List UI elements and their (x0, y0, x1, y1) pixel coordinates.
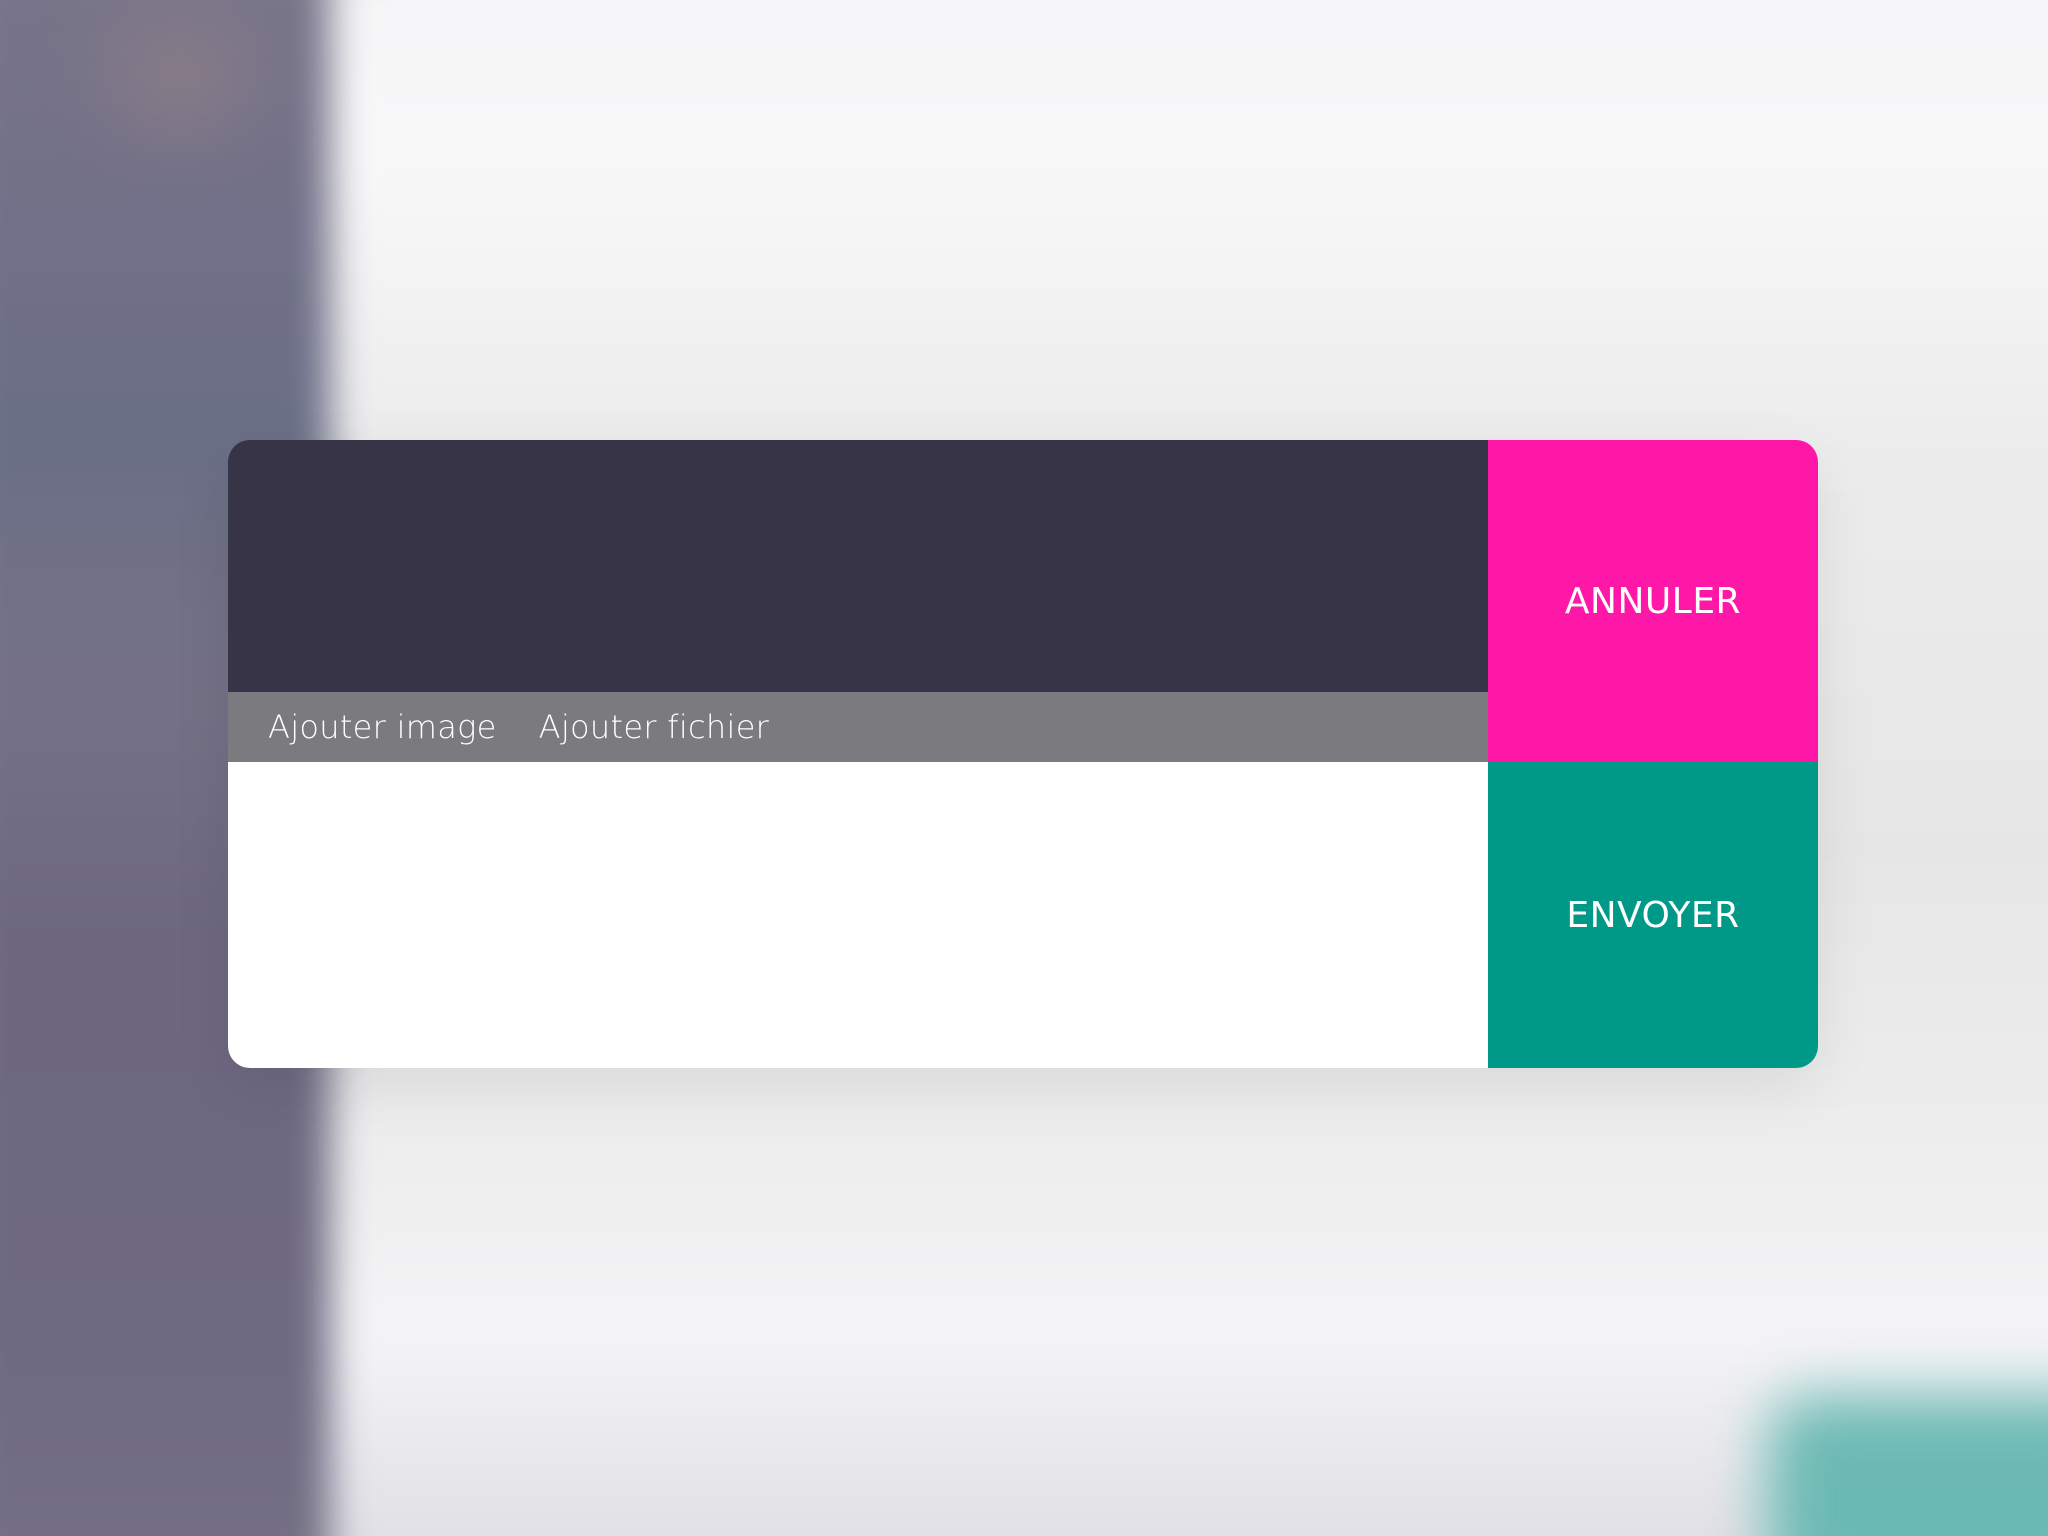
background-teal-blur (1768, 1396, 2048, 1536)
send-button[interactable]: ENVOYER (1488, 762, 1818, 1068)
add-file-button[interactable]: Ajouter fichier (539, 708, 769, 746)
composer-editor: Ajouter image Ajouter fichier (228, 440, 1488, 1068)
composer-actions: ANNULER ENVOYER (1488, 440, 1818, 1068)
attachment-preview-area (228, 440, 1488, 692)
message-composer: Ajouter image Ajouter fichier ANNULER EN… (228, 440, 1818, 1068)
message-input[interactable] (228, 762, 1488, 1068)
attachment-toolbar: Ajouter image Ajouter fichier (228, 692, 1488, 762)
background-avatar-blur (110, 20, 250, 130)
add-image-button[interactable]: Ajouter image (268, 708, 497, 746)
cancel-button[interactable]: ANNULER (1488, 440, 1818, 762)
